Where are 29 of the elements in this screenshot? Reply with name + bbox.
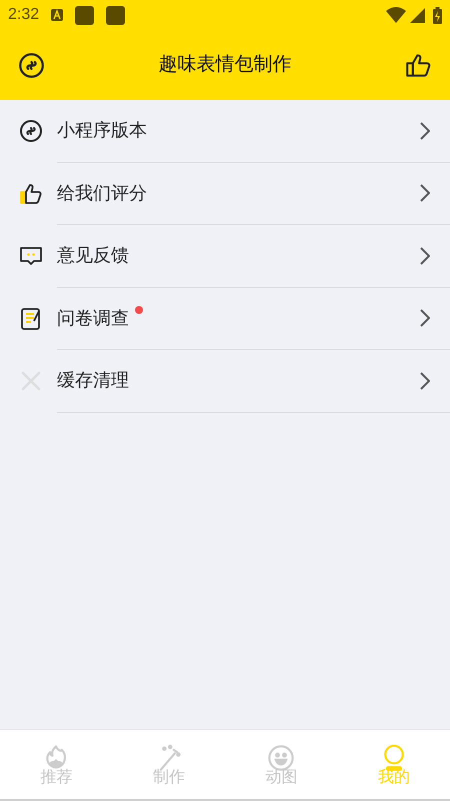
notification-icon: [51, 9, 64, 21]
menu-item[interactable]: 给我们评分: [0, 162, 450, 225]
chevron-right-icon: [420, 246, 430, 265]
notification-icon: [106, 6, 126, 24]
menu-label: 小程序版本: [57, 119, 147, 142]
notification-icon: [75, 6, 94, 24]
menu-item[interactable]: 小程序版本: [0, 100, 450, 162]
chevron-right-icon: [420, 372, 430, 390]
app-title: 趣味表情包制作: [158, 52, 292, 77]
signal-icon: [410, 8, 425, 22]
menu-label: 意见反馈: [57, 244, 129, 268]
menu-item[interactable]: 问卷调查: [0, 288, 450, 350]
chevron-right-icon: [420, 309, 430, 328]
cross-icon: [19, 369, 43, 394]
menu-item[interactable]: 意见反馈: [0, 225, 450, 288]
link-icon: [18, 52, 45, 78]
link-icon: [19, 119, 43, 144]
chevron-right-icon: [420, 122, 430, 140]
menu-item[interactable]: 缓存清理: [0, 350, 450, 412]
chevron-right-icon: [420, 184, 430, 202]
menu-label: 缓存清理: [57, 369, 129, 392]
wifi-icon: [386, 7, 406, 23]
menu-label: 给我们评分: [57, 182, 147, 205]
status-time: 2:32: [8, 5, 40, 25]
menu-label: 问卷调查: [57, 306, 129, 330]
thumbs-up-icon: [405, 52, 432, 78]
thumbs-up-icon: [19, 182, 43, 206]
battery-icon: [433, 6, 442, 24]
note-icon: [19, 306, 43, 331]
